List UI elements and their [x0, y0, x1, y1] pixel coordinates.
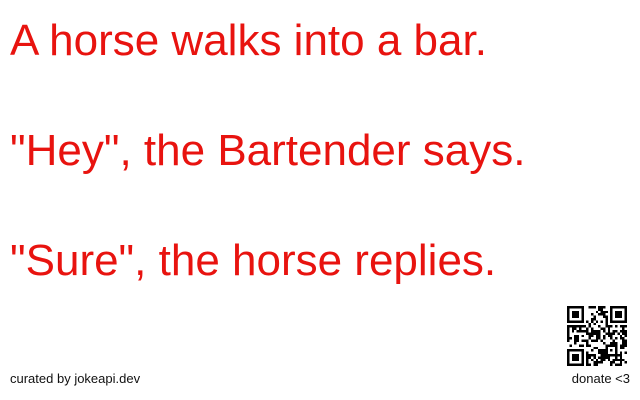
joke-line-bartender: "Hey", the Bartender says. [10, 126, 526, 175]
joke-line-setup: A horse walks into a bar. [10, 16, 487, 65]
credit-text: curated by jokeapi.dev [10, 371, 141, 386]
joke-line-punchline: "Sure", the horse replies. [10, 236, 497, 285]
donate-link[interactable]: donate <3 [572, 371, 630, 387]
qr-code-icon[interactable] [567, 306, 627, 366]
